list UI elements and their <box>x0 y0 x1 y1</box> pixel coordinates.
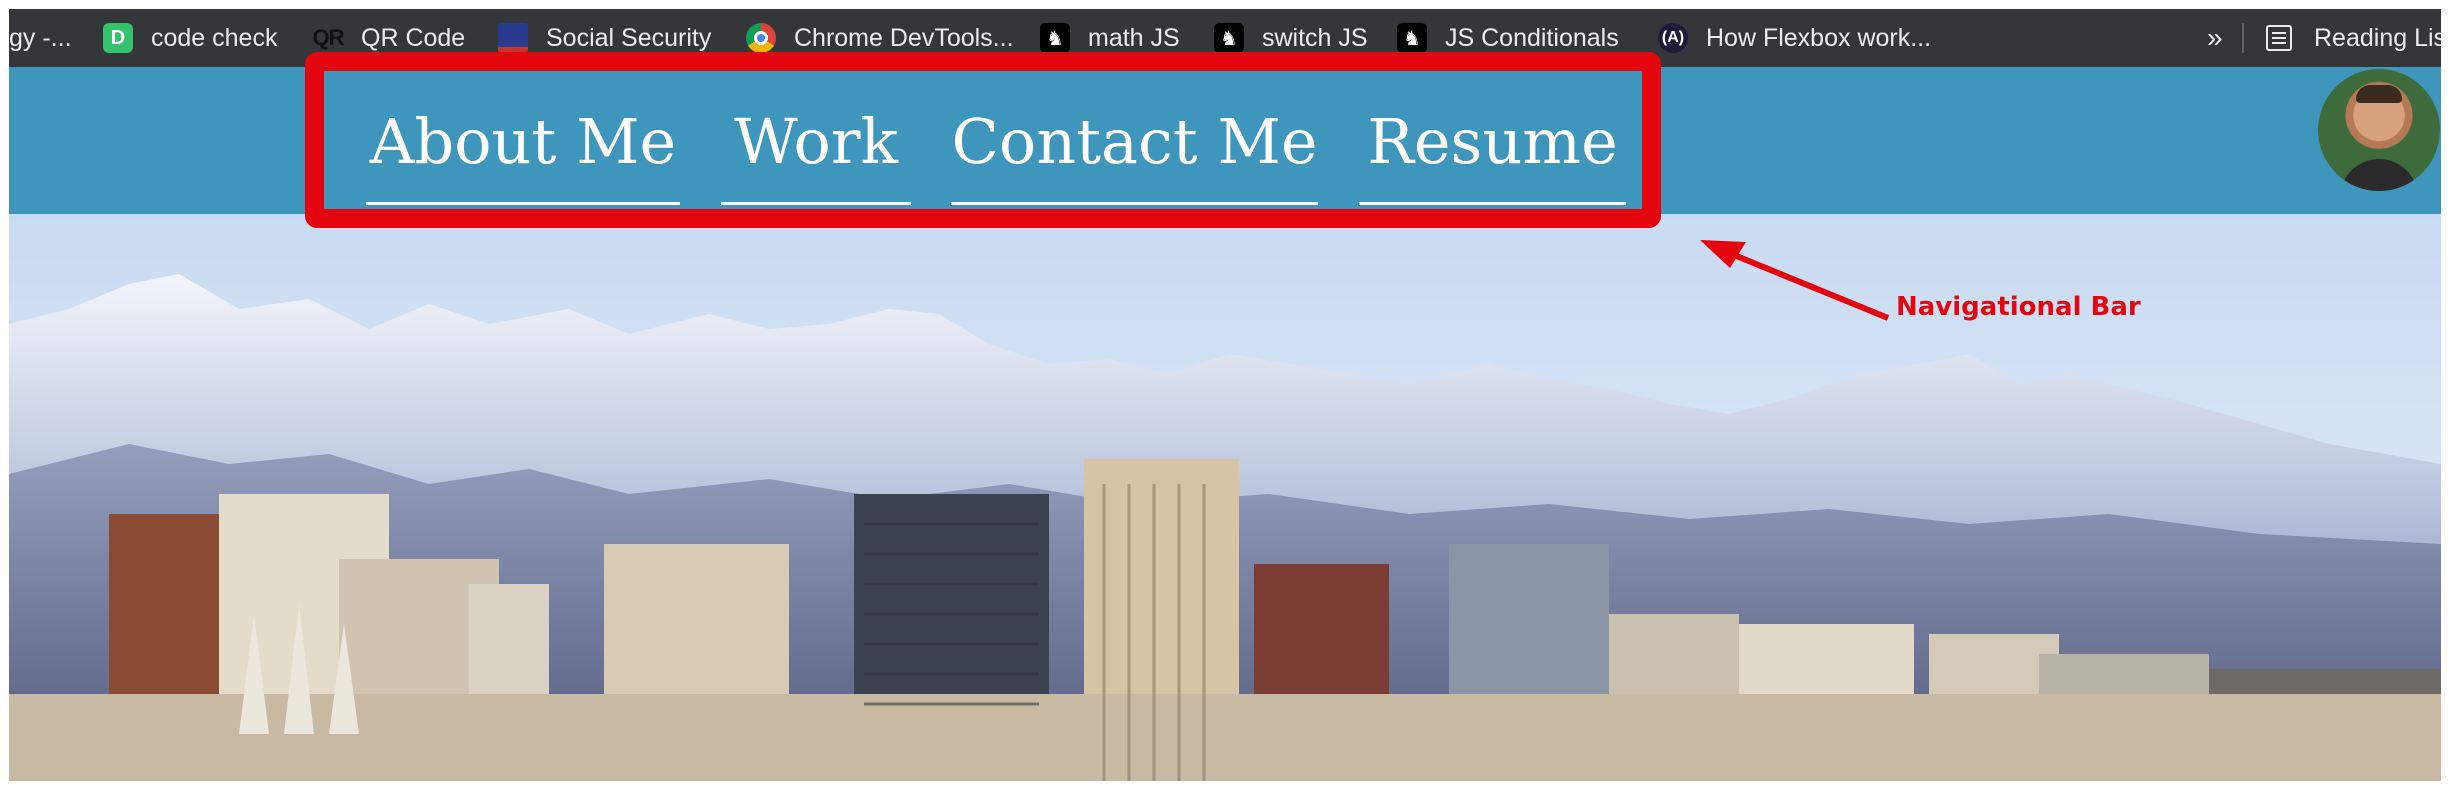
bookmark-math-js[interactable]: ♞ math JS <box>1040 9 1180 67</box>
bookmark-flexbox[interactable]: (A) How Flexbox work... <box>1658 9 1931 67</box>
bookmark-label: math JS <box>1088 23 1180 52</box>
bookmark-truncated[interactable]: gy -... <box>9 9 72 67</box>
reading-list-button[interactable]: Reading Lis <box>2266 9 2441 67</box>
bookmark-label: switch JS <box>1262 23 1368 52</box>
bookmarks-overflow-button[interactable]: » <box>2207 9 2223 67</box>
nav-resume[interactable]: Resume <box>1359 81 1626 205</box>
chrome-icon <box>746 23 776 53</box>
bookmark-label: How Flexbox work... <box>1706 23 1932 52</box>
avatar[interactable] <box>2318 69 2440 191</box>
bookmark-label: QR Code <box>361 23 466 52</box>
flag-icon <box>498 23 528 53</box>
bookmarks-divider <box>2242 23 2244 53</box>
annotation-label: Navigational Bar <box>1896 292 2141 322</box>
qr-icon: QR <box>313 23 345 53</box>
flexbox-icon: (A) <box>1658 23 1688 53</box>
bookmark-chrome-devtools[interactable]: Chrome DevTools... <box>746 9 1014 67</box>
freecodecamp-icon: ♞ <box>1040 23 1070 53</box>
nav-about-me[interactable]: About Me <box>366 81 680 205</box>
code-check-icon: D <box>103 23 133 53</box>
bookmark-label: code check <box>151 23 278 52</box>
bookmark-label: Chrome DevTools... <box>794 23 1014 52</box>
nav-contact-me[interactable]: Contact Me <box>951 81 1318 205</box>
bookmark-code-check[interactable]: D code check <box>103 9 277 67</box>
browser-window: gy -... D code check QR QR Code Social S… <box>9 9 2441 781</box>
bookmark-switch-js[interactable]: ♞ switch JS <box>1214 9 1368 67</box>
freecodecamp-icon: ♞ <box>1397 23 1427 53</box>
nav-work[interactable]: Work <box>721 81 911 205</box>
bookmarks-bar: gy -... D code check QR QR Code Social S… <box>9 9 2441 67</box>
bookmark-label: Social Security <box>546 23 712 52</box>
bookmark-label: gy -... <box>9 23 72 52</box>
freecodecamp-icon: ♞ <box>1214 23 1244 53</box>
bookmark-js-conditionals[interactable]: ♞ JS Conditionals <box>1397 9 1619 67</box>
reading-list-icon <box>2266 25 2292 51</box>
site-header: About Me Work Contact Me Resume <box>9 67 2441 214</box>
reading-list-label: Reading Lis <box>2314 23 2441 52</box>
bookmark-social-security[interactable]: Social Security <box>498 9 711 67</box>
bookmark-qr-code[interactable]: QR QR Code <box>313 9 465 67</box>
bookmark-label: JS Conditionals <box>1445 23 1619 52</box>
